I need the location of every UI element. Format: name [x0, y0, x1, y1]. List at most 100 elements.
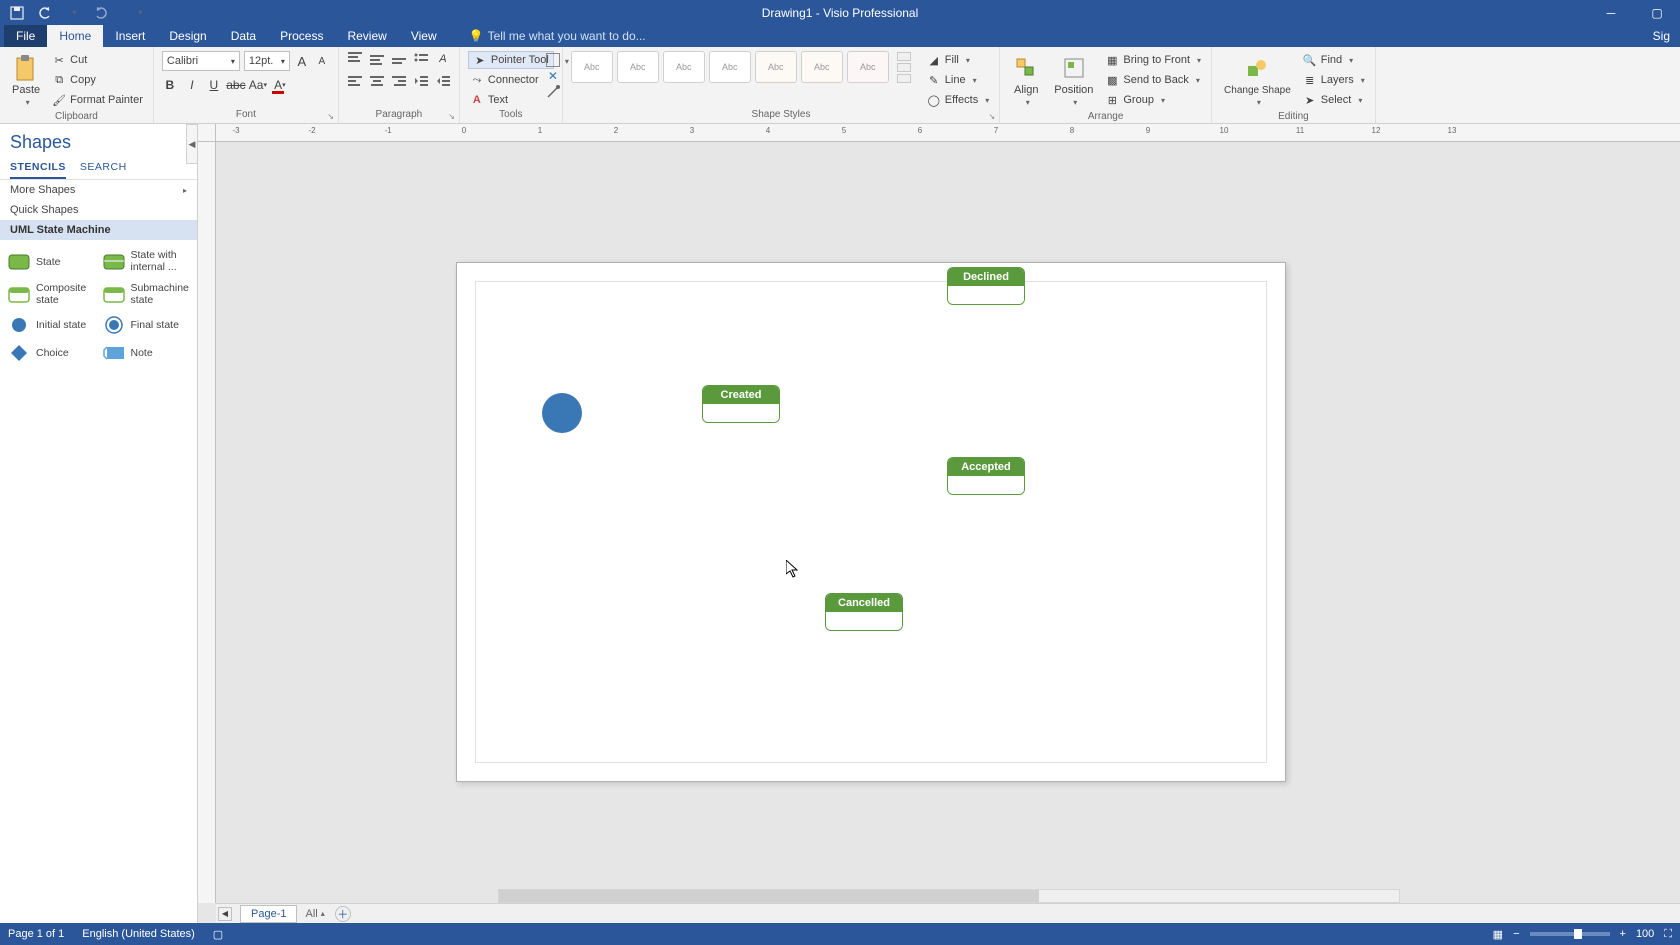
align-bottom-button[interactable] — [391, 51, 407, 67]
clear-formatting-button[interactable]: A — [435, 51, 451, 67]
horizontal-scrollbar[interactable] — [498, 889, 1400, 903]
search-tab[interactable]: SEARCH — [80, 157, 127, 179]
shape-state-internal[interactable]: State with internal ... — [103, 250, 190, 273]
shape-choice[interactable]: Choice — [8, 344, 95, 362]
connection-point-button[interactable] — [546, 85, 560, 99]
strikethrough-button[interactable]: abc — [228, 77, 244, 93]
presentation-mode-button[interactable]: ▦ — [1493, 928, 1503, 941]
style-swatch-2[interactable]: Abc — [617, 51, 659, 83]
style-swatch-7[interactable]: Abc — [847, 51, 889, 83]
status-language[interactable]: English (United States) — [82, 928, 195, 940]
shrink-font-button[interactable]: A — [314, 53, 330, 69]
maximize-button[interactable]: ▢ — [1634, 0, 1680, 25]
zoom-slider[interactable] — [1530, 932, 1610, 936]
align-left-button[interactable] — [347, 73, 363, 89]
zoom-in-button[interactable]: + — [1620, 928, 1626, 940]
tab-data[interactable]: Data — [219, 25, 268, 47]
x-tool-button[interactable]: ✕ — [546, 69, 560, 83]
minimize-button[interactable]: ─ — [1588, 0, 1634, 25]
fill-button[interactable]: ◢Fill — [925, 51, 991, 69]
state-created[interactable]: Created — [702, 385, 780, 423]
shape-composite-state[interactable]: Composite state — [8, 283, 95, 306]
connector-tool-button[interactable]: ⤳Connector — [468, 71, 541, 89]
style-swatch-5[interactable]: Abc — [755, 51, 797, 83]
styles-launcher-icon[interactable]: ↘ — [989, 112, 996, 121]
page-tab-1[interactable]: Page-1 — [240, 905, 297, 923]
tab-insert[interactable]: Insert — [103, 25, 157, 47]
font-size-combo[interactable]: 12pt.▾ — [244, 51, 290, 71]
state-declined[interactable]: Declined — [947, 267, 1025, 305]
page-all-button[interactable]: All▴ — [305, 908, 324, 920]
position-button[interactable]: Position — [1050, 51, 1097, 111]
undo-icon[interactable] — [34, 3, 56, 23]
align-middle-button[interactable] — [369, 51, 385, 67]
font-launcher-icon[interactable]: ↘ — [327, 112, 334, 121]
gallery-expand-icon[interactable] — [897, 74, 911, 83]
style-gallery-nav[interactable] — [897, 52, 911, 83]
tab-review[interactable]: Review — [335, 25, 398, 47]
layers-button[interactable]: ≣Layers — [1301, 71, 1367, 89]
tab-process[interactable]: Process — [268, 25, 335, 47]
qat-customize-icon[interactable] — [128, 3, 150, 23]
zoom-slider-knob[interactable] — [1574, 929, 1582, 939]
tab-file[interactable]: File — [4, 25, 47, 47]
find-button[interactable]: 🔍Find — [1301, 51, 1367, 69]
drawing-page[interactable]: Declined Created Accepted Cancelled — [456, 262, 1286, 782]
increase-indent-button[interactable] — [435, 73, 451, 89]
macro-record-icon[interactable]: ▢ — [213, 928, 223, 941]
effects-button[interactable]: ◯Effects — [925, 91, 991, 109]
zoom-level[interactable]: 100 — [1636, 928, 1654, 940]
copy-button[interactable]: ⧉Copy — [50, 71, 145, 89]
initial-state-shape[interactable] — [542, 393, 582, 433]
bold-button[interactable]: B — [162, 77, 178, 93]
undo-dropdown-icon[interactable] — [62, 3, 84, 23]
pointer-tool-button[interactable]: ➤Pointer Tool — [468, 51, 554, 69]
font-color-button[interactable]: A▾ — [272, 77, 288, 93]
rectangle-tool-button[interactable] — [546, 53, 560, 67]
paste-button[interactable]: Paste — [8, 51, 44, 111]
bullets-button[interactable] — [413, 51, 429, 67]
stencil-uml-state[interactable]: UML State Machine — [0, 220, 197, 240]
scrollbar-thumb[interactable] — [499, 890, 1039, 902]
shape-submachine-state[interactable]: Submachine state — [103, 283, 190, 306]
save-icon[interactable] — [6, 3, 28, 23]
italic-button[interactable]: I — [184, 77, 200, 93]
chevron-down-icon[interactable] — [897, 63, 911, 72]
shape-final-state[interactable]: Final state — [103, 316, 190, 334]
more-shapes-button[interactable]: More Shapes▸ — [0, 180, 197, 200]
paragraph-launcher-icon[interactable]: ↘ — [448, 112, 455, 121]
stencils-tab[interactable]: STENCILS — [10, 157, 66, 179]
style-swatch-1[interactable]: Abc — [571, 51, 613, 83]
style-gallery[interactable]: Abc Abc Abc Abc Abc Abc Abc — [571, 51, 911, 83]
underline-button[interactable]: U — [206, 77, 222, 93]
tell-me-search[interactable]: 💡Tell me what you want to do... — [461, 25, 654, 47]
font-name-combo[interactable]: Calibri▾ — [162, 51, 240, 71]
align-button[interactable]: Align — [1008, 51, 1044, 111]
style-swatch-6[interactable]: Abc — [801, 51, 843, 83]
style-swatch-3[interactable]: Abc — [663, 51, 705, 83]
align-center-button[interactable] — [369, 73, 385, 89]
add-page-button[interactable]: ＋ — [335, 906, 351, 922]
tab-home[interactable]: Home — [47, 25, 103, 47]
cut-button[interactable]: ✂Cut — [50, 51, 145, 69]
align-right-button[interactable] — [391, 73, 407, 89]
redo-icon[interactable] — [90, 3, 112, 23]
zoom-out-button[interactable]: − — [1513, 928, 1519, 940]
fit-page-button[interactable]: ⛶ — [1664, 928, 1672, 941]
canvas-viewport[interactable]: Declined Created Accepted Cancelled — [216, 142, 1680, 903]
collapse-panel-button[interactable]: ◀ — [186, 124, 198, 164]
shape-note[interactable]: Note — [103, 344, 190, 362]
page-nav-left-icon[interactable]: ◀ — [218, 907, 232, 921]
grow-font-button[interactable]: A — [294, 53, 310, 69]
shape-state[interactable]: State — [8, 250, 95, 273]
bring-front-button[interactable]: ▦Bring to Front — [1103, 51, 1203, 69]
state-cancelled[interactable]: Cancelled — [825, 593, 903, 631]
decrease-indent-button[interactable] — [413, 73, 429, 89]
style-swatch-4[interactable]: Abc — [709, 51, 751, 83]
quick-shapes-button[interactable]: Quick Shapes — [0, 200, 197, 220]
tab-view[interactable]: View — [399, 25, 449, 47]
format-painter-button[interactable]: 🖌Format Painter — [50, 91, 145, 109]
line-button[interactable]: ✎Line — [925, 71, 991, 89]
change-shape-button[interactable]: Change Shape — [1220, 51, 1295, 111]
chevron-up-icon[interactable] — [897, 52, 911, 61]
